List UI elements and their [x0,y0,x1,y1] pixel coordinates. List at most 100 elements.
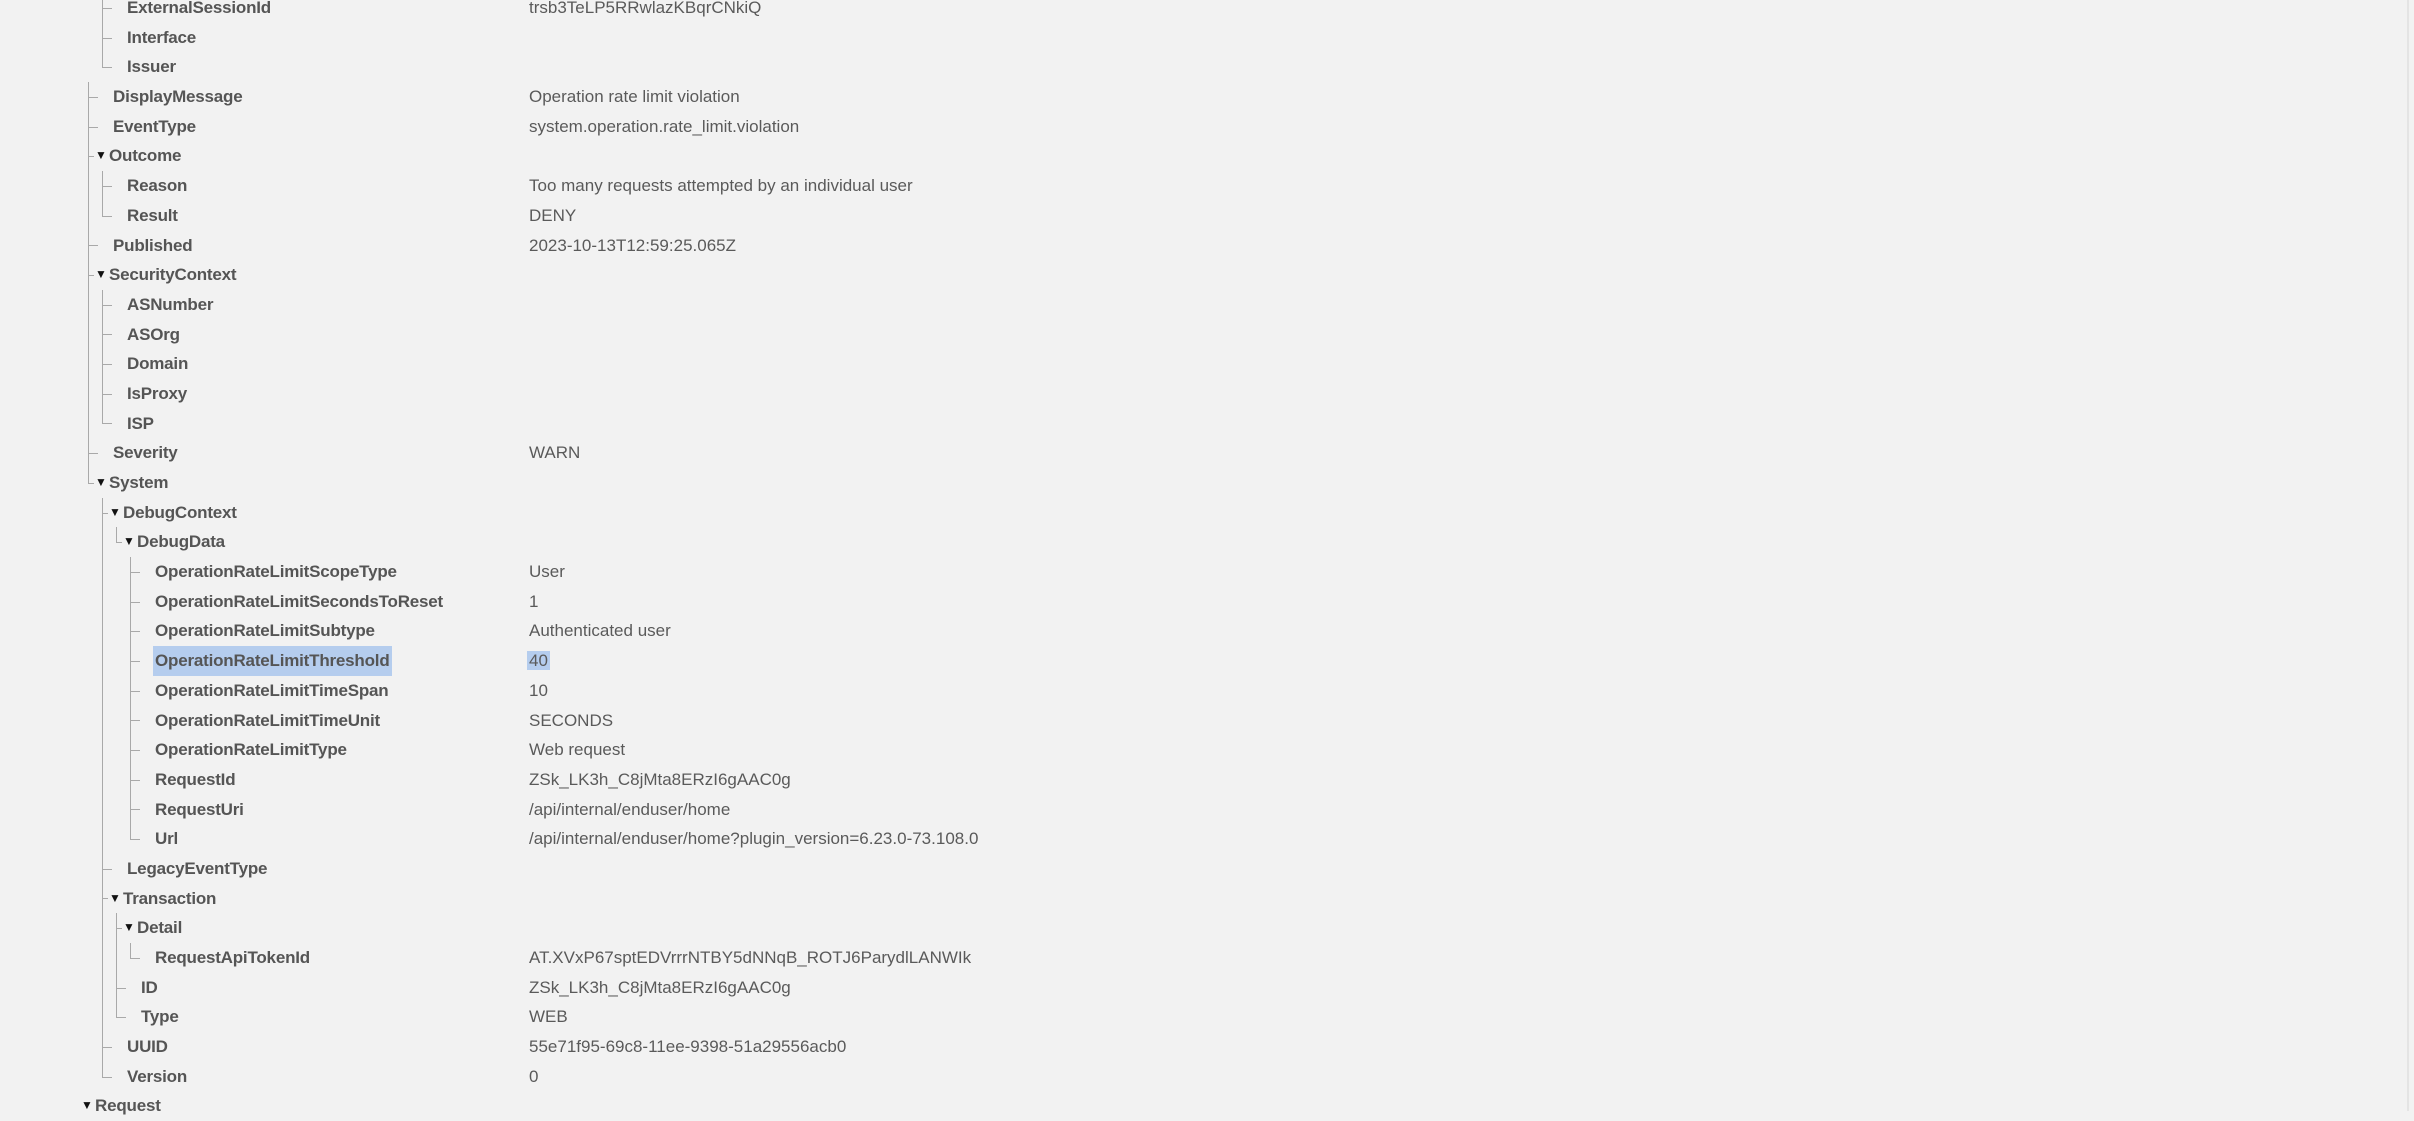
tree-value-text: system.operation.rate_limit.violation [529,116,800,136]
tree-guide-line [102,646,103,676]
tree-value: SECONDS [529,706,613,736]
caret-down-icon[interactable]: ▼ [123,913,135,943]
tree-row: OperationRateLimitSecondsToReset 1 [0,586,2400,617]
tree-guide-line [88,319,89,350]
tree-branch-line [88,96,98,98]
tree-branch-line [102,215,112,217]
tree-value: WARN [529,438,580,468]
tree-key: Domain [127,354,189,374]
caret-down-icon[interactable]: ▼ [109,884,121,914]
tree-value: 10 [529,676,548,706]
tree-row: Severity WARN [0,438,2400,468]
tree-row: LegacyEventType [0,853,2400,884]
tree-branch-line [130,779,140,781]
tree-key: EventType [113,116,196,136]
tree-branch-line [116,987,126,989]
tree-guide-line [116,1002,117,1018]
caret-down-icon[interactable]: ▼ [95,141,107,171]
tree-branch-line [102,423,112,425]
tree-value-text: 0 [529,1066,539,1086]
caret-down-icon[interactable]: ▼ [95,468,107,498]
tree-value: ZSk_LK3h_C8jMta8ERzI6gAAC0g [529,765,791,795]
tree-branch-line [130,839,140,841]
tree-branch-line [102,1076,112,1078]
tree-value-text: ZSk_LK3h_C8jMta8ERzI6gAAC0g [529,977,791,997]
tree-guide-line [88,468,89,483]
tree-branch-line [130,571,140,573]
tree-row: RequestId ZSk_LK3h_C8jMta8ERzI6gAAC0g [0,764,2400,795]
tree-value-text: WARN [529,443,581,463]
tree-key: Published [113,235,193,255]
tree-key: Type [141,1007,179,1027]
tree-key: Url [155,829,179,849]
tree-value: 40 [527,646,550,676]
tree-row: ExternalSessionId trsb3TeLP5RRwlazKBqrCNk… [0,0,2400,23]
caret-down-icon[interactable]: ▼ [123,527,135,557]
tree-guide-line [102,913,103,943]
tree-key: ISP [127,413,154,433]
tree-branch-line [102,898,108,900]
tree-guide-line [102,408,103,424]
tree-row: ID ZSk_LK3h_C8jMta8ERzI6gAAC0g [0,972,2400,1003]
caret-down-icon[interactable]: ▼ [95,260,107,290]
tree-guide-line [88,349,89,379]
tree-branch-line [130,957,140,959]
tree-value: 55e71f95-69c8-11ee-9398-51a29556acb0 [529,1032,846,1062]
tree-value: trsb3TeLP5RRwlazKBqrCNkiQ [529,0,761,23]
tree-key: Reason [127,176,188,196]
tree-key: Transaction [123,888,217,908]
tree-value: 0 [529,1062,538,1092]
tree-row: Result DENY [0,200,2400,231]
tree-row[interactable]: ▼ Transaction [0,883,2400,914]
tree-value-text: 1 [529,591,539,611]
tree-value-text: 55e71f95-69c8-11ee-9398-51a29556acb0 [529,1037,847,1057]
tree-branch-line [116,542,122,544]
tree-guide-line [102,824,103,854]
tree-branch-line [102,1046,112,1048]
tree-guide-line [116,943,117,973]
tree-row: Reason Too many requests attempted by an … [0,171,2400,201]
tree-row: UUID 55e71f95-69c8-11ee-9398-51a29556acb0 [0,1032,2400,1062]
tree-row[interactable]: ▼ DebugContext [0,497,2400,528]
caret-down-icon[interactable]: ▼ [109,498,121,528]
tree-guide-line [102,943,103,973]
tree-row: Url/api/internal/enduser/home?plugin_ver… [0,824,2400,854]
tree-row: OperationRateLimitType Web request [0,735,2400,765]
tree-branch-line [116,1017,126,1019]
tree-row: Version 0 [0,1061,2400,1092]
tree-value-text: WEB [529,1007,568,1027]
tree-value: WEB [529,1002,568,1032]
tree-row[interactable]: ▼ DebugData [0,527,2400,558]
panel-right-border [2407,0,2409,1111]
tree-guide-line [88,171,89,201]
tree-row[interactable]: ▼ System [0,468,2400,498]
tree-row[interactable]: ▼ Request [0,1091,2400,1121]
tree-key: RequestUri [155,799,244,819]
tree-row[interactable]: ▼ Detail [0,913,2400,943]
tree-key: OperationRateLimitSecondsToReset [155,591,444,611]
tree-row[interactable]: ▼ Outcome [0,141,2400,172]
tree-guide-line [88,289,89,320]
tree-key: ExternalSessionId [127,0,271,17]
tree-row: OperationRateLimitScopeType User [0,557,2400,587]
tree-guide-line [102,527,103,558]
tree-row[interactable]: ▼ SecurityContext [0,260,2400,290]
tree-key: LegacyEventType [127,858,268,878]
tree-row: IsProxy [0,378,2400,409]
tree-key: ASOrg [127,324,180,344]
tree-row: Type WEB [0,1002,2400,1033]
caret-down-icon[interactable]: ▼ [81,1091,93,1121]
tree-branch-line [102,37,112,39]
tree-guide-line [102,0,103,23]
tree-branch-line [130,750,140,752]
tree-value: 2023-10-13T12:59:25.065Z [529,231,736,261]
tree-branch-line [102,364,112,366]
tree-guide-line [88,408,89,439]
tree-key: Issuer [127,57,176,77]
tree-guide-line [88,378,89,409]
tree-key: OperationRateLimitThreshold [153,646,392,676]
tree-branch-line [130,660,140,662]
tree-key: IsProxy [127,383,188,403]
tree-key: ASNumber [127,294,214,314]
tree-branch-line [102,868,112,870]
